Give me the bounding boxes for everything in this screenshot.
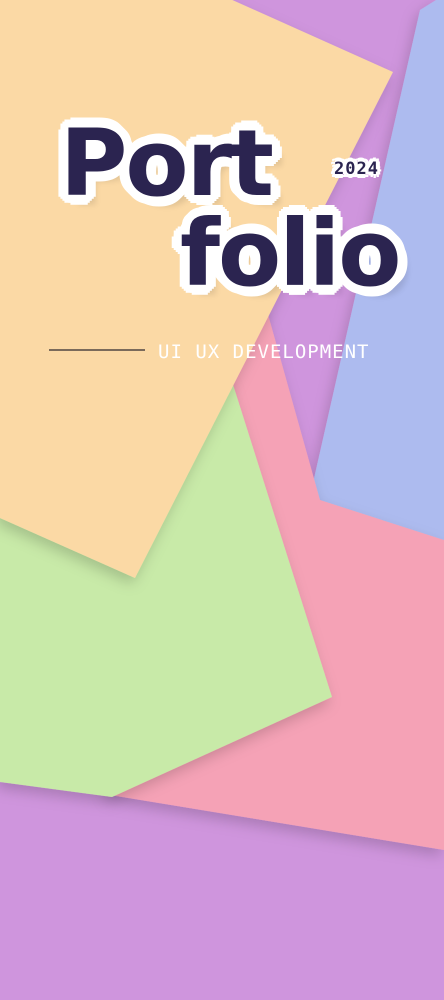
title-line-folio: folio bbox=[180, 200, 402, 307]
title-line-port: Port bbox=[60, 110, 274, 217]
year-label: 2024 bbox=[334, 159, 379, 179]
portfolio-cover: Port 2024 folio UI UX DEVELOPMENT bbox=[0, 0, 444, 1000]
subtitle-divider-line bbox=[49, 349, 145, 351]
subtitle-text: UI UX DEVELOPMENT bbox=[158, 341, 370, 363]
